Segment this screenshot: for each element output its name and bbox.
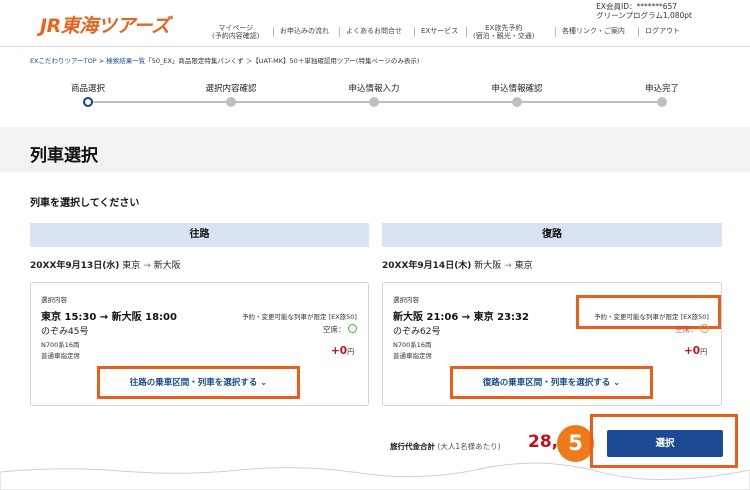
member-points: グリーンプログラム1,080pt: [596, 11, 692, 20]
member-id: EX会員ID：*******657: [596, 2, 678, 11]
return-seat: 普通車指定席: [393, 352, 432, 360]
arrow-icon: →: [504, 261, 512, 271]
return-header: 復路: [382, 223, 722, 247]
step-number-badge: 5: [557, 425, 594, 462]
page: JR東海ツアーズ EX会員ID：*******657 グリーンプログラム1,08…: [0, 0, 750, 490]
header-divider: [0, 46, 750, 47]
nav-logout[interactable]: ログアウト: [645, 27, 680, 35]
return-select-button[interactable]: 復路の乗車区間・列車を選択する ⌄: [453, 372, 650, 394]
step-dot: [369, 97, 379, 107]
breadcrumb: EXこだわりツアーTOP > 検索結果一覧「50_EX」商品限定特集パンくず ＞…: [30, 55, 419, 65]
nav-divider: [414, 27, 415, 37]
outbound-seat: 普通車指定席: [41, 352, 80, 360]
step-dot: [226, 97, 236, 107]
nav-label: 各種リンク・ご案内: [562, 27, 625, 35]
outbound-train: のぞみ45号: [41, 327, 89, 337]
arrow-icon: →: [143, 261, 151, 271]
step-label: 申込情報入力: [348, 84, 400, 94]
breadcrumb-separator: >: [96, 57, 107, 65]
outbound-from: 東京: [122, 261, 141, 271]
nav-sublabel: (宿泊・観光・交通): [473, 32, 535, 40]
return-car: N700系16両: [393, 341, 432, 349]
availability-label: 空席：: [675, 325, 698, 334]
price-value: +0: [684, 345, 701, 357]
total-title: 旅行代金合計: [390, 442, 435, 451]
outbound-route: 20XX年9月13日(水) 東京 → 新大阪: [30, 258, 181, 271]
selection-label: 選択内容: [41, 296, 67, 304]
nav-divider: [339, 27, 340, 37]
nav-mypage[interactable]: マイページ (予約内容確認): [212, 24, 259, 40]
step-dot: [657, 97, 667, 107]
outbound-availability: 空席：: [323, 324, 357, 335]
step-dot-active: [83, 97, 93, 107]
nav-label: EX旅先予約: [485, 24, 523, 32]
breadcrumb-link-results[interactable]: 検索結果一覧: [106, 57, 145, 65]
member-info: EX会員ID：*******657 グリーンプログラム1,080pt: [596, 2, 692, 20]
nav-label: よくあるお問合せ: [346, 27, 402, 35]
price-unit: 円: [700, 348, 708, 356]
brand-logo[interactable]: JR東海ツアーズ: [40, 11, 170, 38]
total-label: 旅行代金合計 (大人1名様あたり): [390, 441, 501, 452]
price-value: +0: [331, 345, 348, 357]
torn-edge: [0, 462, 750, 490]
return-price: +0円: [684, 345, 707, 357]
outbound-price: +0円: [331, 345, 354, 357]
nav-faq[interactable]: よくあるお問合せ: [346, 27, 402, 35]
nav-label: お申込みの流れ: [280, 27, 329, 35]
available-circle-icon: [347, 324, 357, 333]
outbound-date: 20XX年9月13日(水): [30, 261, 120, 271]
step-dot: [512, 97, 522, 107]
selection-label: 選択内容: [393, 296, 419, 304]
nav-label: マイページ: [218, 24, 254, 32]
nav-divider: [466, 27, 467, 37]
nav-label: ログアウト: [645, 27, 680, 35]
outbound-car: N700系16両: [41, 341, 80, 349]
section-subtitle: 列車を選択してください: [30, 198, 140, 209]
total-note: (大人1名様あたり): [437, 442, 501, 451]
limited-circle-icon: [699, 324, 709, 333]
return-to: 東京: [514, 261, 533, 271]
step-label: 申込情報確認: [491, 84, 543, 94]
return-route: 20XX年9月14日(木) 新大阪 → 東京: [382, 258, 533, 271]
nav-divider: [273, 27, 274, 37]
breadcrumb-link-top[interactable]: EXこだわりツアーTOP: [30, 57, 97, 65]
availability-label: 空席：: [323, 325, 346, 334]
return-availability: 空席：: [675, 324, 709, 335]
outbound-times: 東京 15:30 → 新大阪 18:00: [41, 312, 177, 323]
outbound-to: 新大阪: [153, 261, 181, 271]
page-title: 列車選択: [30, 146, 98, 166]
select-button[interactable]: 選択: [607, 430, 723, 457]
return-date: 20XX年9月14日(木): [382, 261, 472, 271]
price-unit: 円: [347, 348, 355, 356]
return-train: のぞみ62号: [393, 327, 441, 337]
outbound-header: 往路: [30, 223, 369, 247]
nav-ex-travel[interactable]: EX旅先予約 (宿泊・観光・交通): [473, 24, 534, 40]
nav-label: EXサービス: [421, 27, 459, 35]
step-label: 申込完了: [644, 84, 680, 94]
return-times: 新大阪 21:06 → 東京 23:32: [393, 312, 529, 323]
outbound-note: 予約・変更可能な列車が限定 [EX旅50]: [242, 313, 357, 321]
total-amount: 28,: [528, 432, 559, 452]
step-label: 選択内容確認: [205, 84, 257, 94]
nav-ex-service[interactable]: EXサービス: [421, 27, 458, 35]
breadcrumb-current: 「50_EX」商品限定特集パンくず ＞【UAT-MK】50＋単独確認用ツアー(特…: [145, 57, 420, 65]
nav-flow[interactable]: お申込みの流れ: [280, 27, 329, 35]
nav-sublabel: (予約内容確認): [212, 32, 260, 40]
nav-links[interactable]: 各種リンク・ご案内: [562, 27, 625, 35]
nav-divider: [555, 27, 556, 37]
outbound-select-button[interactable]: 往路の乗車区間・列車を選択する ⌄: [100, 372, 297, 394]
step-label: 商品選択: [70, 84, 106, 94]
title-band: [0, 127, 750, 172]
nav-divider: [638, 27, 639, 37]
return-from: 新大阪: [474, 261, 502, 271]
